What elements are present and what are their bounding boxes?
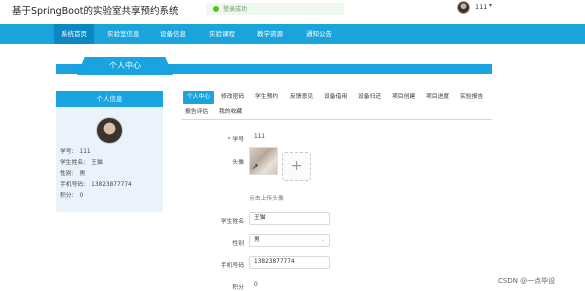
points-value: 0: [254, 282, 258, 288]
student-no-value: 111: [254, 134, 266, 140]
tab-personal-center[interactable]: 个人中心: [183, 91, 215, 104]
profile-value: 0: [79, 193, 84, 199]
success-dot-icon: [213, 6, 219, 12]
profile-row-name: 学生姓名: 王猫: [60, 157, 103, 166]
phone-input[interactable]: 13823877774: [249, 256, 330, 269]
tabs-divider: [181, 119, 492, 120]
profile-value: 男: [79, 171, 86, 177]
name-input[interactable]: 王猫: [249, 212, 330, 225]
user-name[interactable]: 111: [475, 3, 487, 11]
chevron-down-icon[interactable]: ▾: [489, 2, 492, 9]
phone-label: 手机号码: [220, 263, 244, 269]
profile-value: 13823877774: [91, 182, 132, 188]
profile-label: 学生姓名:: [60, 160, 86, 166]
profile-label: 手机号码:: [60, 182, 86, 188]
student-no-label: * 学号: [227, 137, 244, 143]
profile-label: 积分:: [60, 193, 74, 199]
site-title: 基于SpringBoot的实验室共享预约系统: [12, 6, 179, 17]
tab-equipment-return[interactable]: 设备归还: [358, 91, 381, 104]
tab-my-favorites[interactable]: 我的收藏: [219, 106, 242, 119]
nav-item-equipment[interactable]: 设备信息: [160, 24, 186, 44]
login-status-badge: 登录成功: [206, 3, 344, 15]
tab-feedback[interactable]: 反馈意见: [290, 91, 313, 104]
tab-lab-report[interactable]: 实验报告: [460, 91, 483, 104]
profile-label: 学号:: [60, 149, 74, 155]
points-label: 积分: [232, 285, 244, 291]
nav-item-notices[interactable]: 通知公告: [306, 24, 332, 44]
tab-project-create[interactable]: 项目创建: [392, 91, 415, 104]
tab-change-password[interactable]: 修改密码: [221, 91, 244, 104]
main-nav: 系统首页 实验室信息 设备信息 实验课程 教学资源 通知公告: [0, 24, 585, 44]
required-mark: *: [227, 137, 231, 143]
tab-equipment-borrow[interactable]: 设备借用: [324, 91, 347, 104]
profile-avatar: [96, 117, 123, 144]
profile-card-title: 个人信息: [56, 91, 163, 107]
profile-row-gender: 性别: 男: [60, 168, 85, 177]
name-label: 学生姓名: [220, 219, 244, 225]
gender-selected-value: 男: [254, 237, 260, 243]
nav-item-courses[interactable]: 实验课程: [209, 24, 235, 44]
avatar-upload-button[interactable]: +: [282, 152, 311, 181]
profile-label: 性别:: [60, 171, 74, 177]
upload-hint: 点击上传头像: [249, 196, 284, 202]
profile-value: 111: [79, 149, 91, 155]
page-title: 个人中心: [109, 61, 141, 70]
nav-item-home[interactable]: 系统首页: [54, 24, 94, 44]
gender-select[interactable]: 男 ⌄: [249, 234, 330, 247]
profile-value: 王猫: [91, 160, 103, 166]
nav-item-resources[interactable]: 教学资源: [257, 24, 283, 44]
plus-icon: +: [290, 158, 303, 174]
top-bar: 基于SpringBoot的实验室共享预约系统 登录成功 111 ▾: [0, 0, 585, 24]
tab-report-evaluation[interactable]: 报告评估: [185, 106, 208, 119]
profile-row-student-no: 学号: 111: [60, 146, 91, 155]
profile-card: 个人信息 学号: 111 学生姓名: 王猫 性别: 男 手机号码: 1382387777…: [56, 91, 163, 212]
mouse-cursor-icon: ➚: [252, 162, 259, 171]
tab-project-progress[interactable]: 项目进度: [426, 91, 449, 104]
user-avatar[interactable]: [457, 1, 470, 14]
watermark: CSDN @一点毕设: [498, 277, 556, 285]
login-status-text: 登录成功: [223, 6, 248, 13]
gender-label: 性别: [232, 241, 244, 247]
avatar-label: 头像: [232, 160, 244, 166]
nav-item-labs[interactable]: 实验室信息: [107, 24, 140, 44]
chevron-down-icon: ⌄: [320, 237, 325, 243]
tab-student-booking[interactable]: 学生预约: [255, 91, 278, 104]
profile-row-phone: 手机号码: 13823877774: [60, 179, 132, 188]
profile-row-points: 积分: 0: [60, 190, 83, 199]
